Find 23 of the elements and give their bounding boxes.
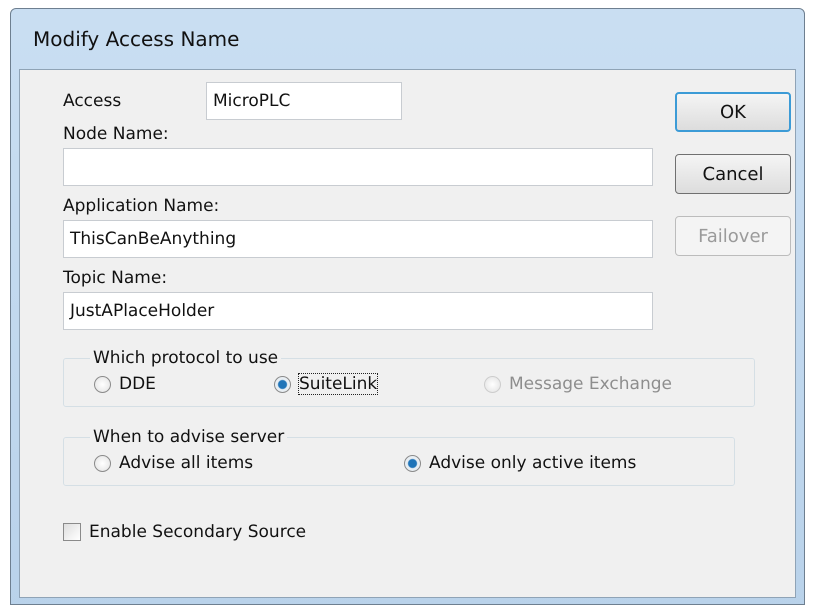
dialog-button[interactable]: Cancel — [675, 154, 791, 194]
field-label: Topic Name: — [63, 268, 168, 288]
radio-label[interactable]: Advise only active items — [429, 453, 636, 473]
radio-label[interactable]: Advise all items — [119, 453, 254, 473]
checkbox-label[interactable]: Enable Secondary Source — [89, 522, 306, 542]
radio-button[interactable] — [94, 376, 111, 392]
field-label: Application Name: — [63, 196, 220, 216]
radio-label[interactable]: DDE — [119, 374, 156, 394]
group-title: Which protocol to use — [92, 348, 280, 368]
dialog-button[interactable]: OK — [675, 92, 791, 132]
field-label: Node Name: — [63, 124, 170, 144]
text-field[interactable] — [63, 148, 653, 186]
field-label: Access — [63, 91, 122, 111]
radio-label[interactable]: SuiteLink — [299, 374, 378, 394]
text-field[interactable]: ThisCanBeAnything — [63, 220, 653, 258]
window-title: Modify Access Name — [32, 26, 240, 53]
radio-button[interactable] — [404, 454, 421, 472]
checkbox[interactable] — [63, 523, 81, 541]
radio-button[interactable] — [274, 376, 291, 392]
radio-button[interactable] — [94, 454, 111, 472]
text-field[interactable]: JustAPlaceHolder — [63, 292, 653, 330]
group-title: When to advise server — [92, 427, 286, 447]
text-field[interactable]: MicroPLC — [206, 82, 402, 120]
